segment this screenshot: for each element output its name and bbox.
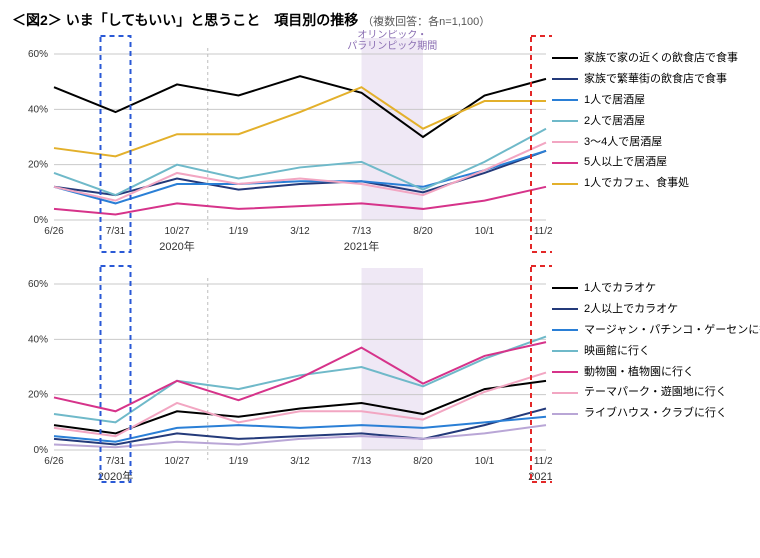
svg-text:1/19: 1/19 [229,456,249,467]
svg-text:7/31: 7/31 [106,456,126,467]
svg-text:6/26: 6/26 [44,456,64,467]
legend-item: マージャン・パチンコ・ゲーセンに行く [552,320,760,341]
svg-text:10/27: 10/27 [164,456,189,467]
svg-text:20%: 20% [28,390,48,401]
legend-item: 家族で繁華街の飲食店で食事 [552,69,738,90]
svg-text:7/31: 7/31 [106,226,126,237]
legend-item: 1人でカラオケ [552,278,760,299]
svg-text:10/1: 10/1 [475,226,495,237]
svg-text:7/13: 7/13 [352,456,372,467]
legend-item: 2人以上でカラオケ [552,299,760,320]
legend-item: 5人以上で居酒屋 [552,152,738,173]
svg-text:11/26: 11/26 [534,456,552,467]
svg-text:6/26: 6/26 [44,226,64,237]
svg-text:0%: 0% [34,215,49,226]
svg-text:1/19: 1/19 [229,226,249,237]
svg-text:オリンピック・: オリンピック・ [357,30,427,41]
svg-text:40%: 40% [28,334,48,345]
figure-title: いま「してもいい」と思うこと 項目別の推移 [66,12,359,28]
svg-text:10/1: 10/1 [475,456,495,467]
svg-text:20%: 20% [28,160,48,171]
legend-item: 3〜4人で居酒屋 [552,132,738,153]
legend-item: 1人で居酒屋 [552,90,738,111]
svg-text:2020年: 2020年 [98,469,133,483]
legend-item: 1人でカフェ、食事処 [552,173,738,194]
legend-item: 家族で家の近くの飲食店で食事 [552,48,738,69]
svg-text:8/20: 8/20 [413,226,433,237]
svg-text:10/27: 10/27 [164,226,189,237]
svg-text:2021年: 2021年 [344,239,379,253]
svg-text:2020年: 2020年 [159,239,194,253]
legend-item: 動物園・植物園に行く [552,362,760,383]
svg-text:40%: 40% [28,104,48,115]
legend-item: ライブハウス・クラブに行く [552,403,760,424]
svg-text:60%: 60% [28,49,48,60]
legend-item: テーマパーク・遊園地に行く [552,382,760,403]
svg-text:60%: 60% [28,279,48,290]
svg-text:0%: 0% [34,445,49,456]
svg-text:7/13: 7/13 [352,226,372,237]
figure-note: （複数回答：各n=1,100） [362,16,490,28]
legend-item: 映画館に行く [552,341,760,362]
legend-item: 2人で居酒屋 [552,111,738,132]
svg-text:3/12: 3/12 [290,226,310,237]
svg-text:パラリンピック期間: パラリンピック期間 [347,40,437,52]
svg-text:3/12: 3/12 [290,456,310,467]
figure-number: ＜図2＞ [12,12,62,28]
svg-text:8/20: 8/20 [413,456,433,467]
svg-text:11/26: 11/26 [534,226,552,237]
